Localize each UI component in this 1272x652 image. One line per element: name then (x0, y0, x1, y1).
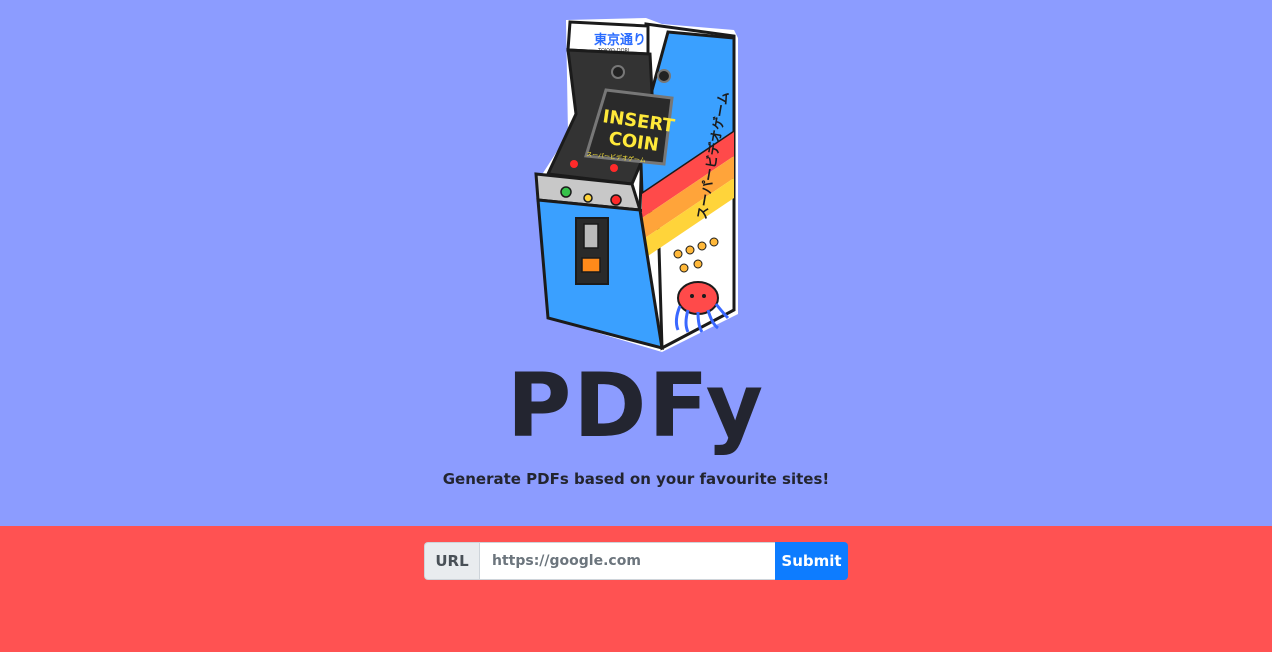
url-form: URL Submit (424, 542, 848, 580)
arcade-cabinet-logo: 東京通り TOKYO-DORI INSERT COIN スーパービデオゲーム ス… (534, 18, 738, 352)
url-input[interactable] (479, 542, 775, 580)
url-label: URL (424, 542, 479, 580)
page-title: PDFy (506, 354, 766, 457)
marquee-text: 東京通り (594, 32, 646, 48)
hero-section: 東京通り TOKYO-DORI INSERT COIN スーパービデオゲーム ス… (0, 0, 1272, 526)
url-form-section: URL Submit (0, 526, 1272, 652)
submit-button[interactable]: Submit (775, 542, 848, 580)
tagline: Generate PDFs based on your favourite si… (442, 470, 830, 488)
